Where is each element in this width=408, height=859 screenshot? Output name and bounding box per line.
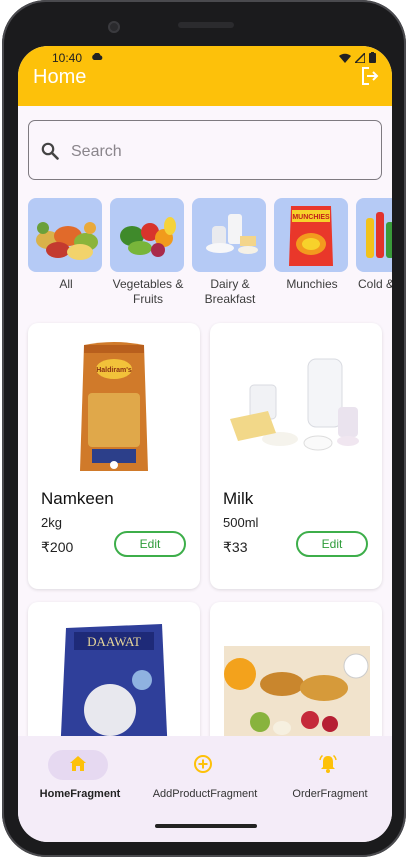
category-label: Dairy & Breakfast <box>204 277 256 306</box>
category-image <box>192 198 266 272</box>
haldiram-brand-text: Haldiram's <box>96 367 132 374</box>
category-label: Munchies <box>286 277 338 291</box>
product-image: DAAWAT <box>60 624 168 756</box>
product-quantity: 500ml <box>223 515 259 530</box>
category-dairy-breakfast[interactable]: Dairy & Breakfast <box>192 198 268 307</box>
category-image <box>356 198 392 272</box>
edit-button[interactable]: Edit <box>114 531 186 557</box>
product-image <box>230 358 359 451</box>
search-input[interactable]: Search <box>28 120 382 180</box>
nav-item-order[interactable]: OrderFragment <box>268 736 392 806</box>
category-cold-drinks[interactable]: Cold & J <box>356 198 392 292</box>
bell-icon <box>319 754 337 773</box>
app-screen: 10:40 Home Search All Vegetables & Fruit… <box>18 46 392 842</box>
search-icon <box>41 142 59 160</box>
category-label: Vegetables & Fruits <box>112 277 184 306</box>
bottom-navigation: HomeFragment AddProductFragment OrderFra… <box>18 736 392 842</box>
search-placeholder: Search <box>71 143 122 160</box>
munchies-brand-text: MUNCHIES <box>292 214 330 221</box>
product-quantity: 2kg <box>41 515 62 530</box>
product-card[interactable]: Haldiram's Namkeen 2kg ₹200 Edit <box>28 323 200 589</box>
edit-button[interactable]: Edit <box>296 531 368 557</box>
category-image <box>28 198 102 272</box>
category-label: Cold & J <box>358 277 392 291</box>
category-all[interactable]: All <box>28 198 104 292</box>
cloud-icon <box>92 53 103 60</box>
app-bar: 10:40 Home <box>18 46 392 106</box>
category-image: MUNCHIES <box>274 198 348 272</box>
product-image: Haldiram's <box>80 342 148 471</box>
product-name: Namkeen <box>41 489 114 508</box>
product-card[interactable]: Milk 500ml ₹33 Edit <box>210 323 382 589</box>
product-price: ₹33 <box>223 539 248 555</box>
category-list: All Vegetables & Fruits Dairy & Breakfas… <box>28 198 392 318</box>
category-munchies[interactable]: MUNCHIES Munchies <box>274 198 350 292</box>
page-title: Home <box>33 66 87 88</box>
status-time: 10:40 <box>52 51 83 65</box>
nav-label: OrderFragment <box>292 788 368 800</box>
earpiece-speaker <box>178 22 234 28</box>
front-camera <box>108 21 120 33</box>
add-circle-icon <box>194 755 212 773</box>
product-name: Milk <box>223 489 254 508</box>
nav-label: AddProductFragment <box>152 788 258 800</box>
battery-icon <box>369 52 376 63</box>
signal-icon <box>355 52 365 63</box>
logout-icon[interactable] <box>360 66 380 86</box>
product-price: ₹200 <box>41 539 74 555</box>
phone-frame: 10:40 Home Search All Vegetables & Fruit… <box>2 0 406 857</box>
status-icons <box>339 52 376 63</box>
nav-label: HomeFragment <box>39 788 121 800</box>
home-icon <box>70 756 86 771</box>
nav-item-add-product[interactable]: AddProductFragment <box>143 736 267 806</box>
nav-item-home[interactable]: HomeFragment <box>18 736 142 806</box>
daawat-brand-text: DAAWAT <box>87 634 141 649</box>
gesture-bar[interactable] <box>155 824 257 828</box>
wifi-icon <box>339 53 351 63</box>
category-label: All <box>59 277 73 291</box>
category-image <box>110 198 184 272</box>
category-vegetables-fruits[interactable]: Vegetables & Fruits <box>110 198 186 307</box>
product-image <box>224 646 370 756</box>
